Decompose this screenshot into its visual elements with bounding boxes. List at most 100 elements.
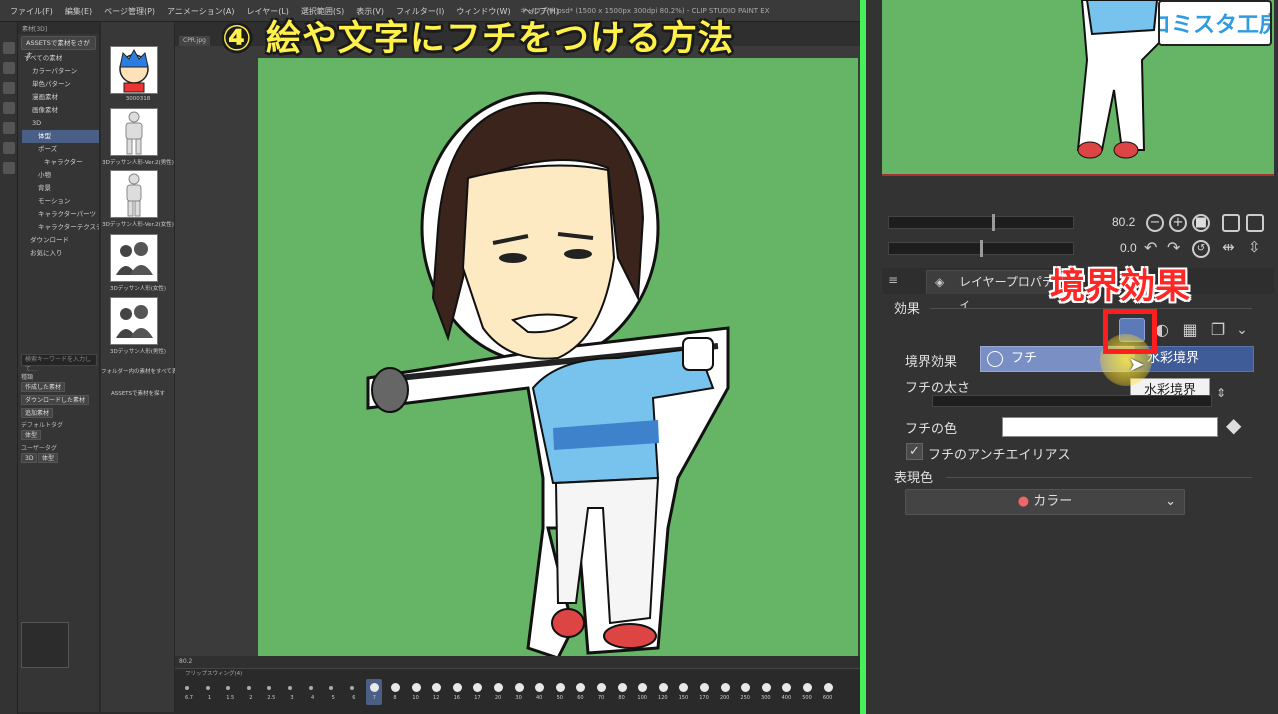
menu-file[interactable]: ファイル(F): [4, 6, 59, 17]
tag-chip[interactable]: 追加素材: [21, 408, 54, 418]
frame-dot[interactable]: [741, 683, 751, 692]
tab-layer-property[interactable]: ◈ レイヤープロパティ: [926, 270, 1056, 311]
frame-dot[interactable]: [452, 683, 462, 692]
tree-item-color-pattern[interactable]: カラーパターン: [22, 65, 99, 78]
chevron-down-icon[interactable]: ⌄: [1229, 318, 1255, 342]
frame-dot[interactable]: [473, 683, 483, 692]
rotate-left-icon[interactable]: ↶: [1144, 238, 1157, 257]
zoom-slider-knob[interactable]: [992, 214, 995, 231]
frame-dot[interactable]: [246, 686, 251, 690]
frame-dot[interactable]: [288, 686, 292, 690]
menu-page[interactable]: ページ管理(P): [98, 6, 161, 17]
zoom-out-icon[interactable]: −: [1146, 214, 1164, 232]
tag-chip[interactable]: 体型: [38, 453, 59, 463]
fit-window-icon[interactable]: [1222, 214, 1240, 232]
drawing-canvas[interactable]: [258, 58, 858, 660]
tree-item-mono-pattern[interactable]: 単色パターン: [22, 78, 99, 91]
frame-dot[interactable]: [782, 683, 792, 692]
frame-dot[interactable]: [267, 686, 272, 690]
frame-dot[interactable]: [494, 683, 503, 692]
frame-dot[interactable]: [205, 686, 210, 690]
full-size-icon[interactable]: [1246, 214, 1264, 232]
tree-item-manga[interactable]: 漫画素材: [22, 91, 99, 104]
frame-dot[interactable]: [432, 683, 442, 692]
layer-color-icon[interactable]: ❐: [1205, 318, 1231, 342]
material-icon[interactable]: [3, 142, 15, 154]
material-thumbnail[interactable]: [110, 170, 158, 218]
expression-color-select[interactable]: ● カラー ⌄: [905, 489, 1185, 515]
frame-dot[interactable]: [597, 683, 606, 692]
tree-item-body-type[interactable]: 体型: [22, 130, 99, 143]
tag-chip[interactable]: 3D: [21, 453, 38, 463]
frame-dot[interactable]: [720, 683, 730, 692]
material-icon[interactable]: [3, 102, 15, 114]
frame-dot[interactable]: [638, 683, 648, 692]
frame-dot[interactable]: [761, 683, 771, 692]
material-icon[interactable]: [3, 42, 15, 54]
rotate-right-icon[interactable]: ↷: [1167, 238, 1180, 257]
frame-dot[interactable]: [700, 683, 709, 692]
document-tab[interactable]: CPR.jpg: [179, 36, 210, 46]
rotate-slider-knob[interactable]: [980, 240, 983, 257]
frame-dot[interactable]: [391, 683, 400, 692]
frame-dot[interactable]: [576, 683, 586, 692]
tree-item-favorites[interactable]: お気に入り: [22, 247, 99, 260]
reset-rotation-icon[interactable]: ↺: [1192, 240, 1210, 258]
material-icon[interactable]: [3, 162, 15, 174]
material-thumbnail[interactable]: [110, 297, 158, 345]
antialias-checkbox[interactable]: ✓: [906, 443, 923, 460]
fill-bucket-icon[interactable]: ◆: [1226, 413, 1241, 437]
tree-item-character-parts[interactable]: キャラクターパーツ: [22, 208, 99, 221]
assets-search-button[interactable]: ASSETSで素材をさがす: [21, 36, 96, 59]
tree-item-3d[interactable]: 3D: [22, 117, 99, 130]
frame-dot[interactable]: [308, 686, 313, 690]
material-icon[interactable]: [3, 62, 15, 74]
material-icon[interactable]: [3, 82, 15, 94]
frame-dot[interactable]: [658, 683, 668, 692]
material-icon[interactable]: [3, 122, 15, 134]
tree-item-character[interactable]: キャラクター: [22, 156, 99, 169]
frame-dot[interactable]: [803, 683, 812, 692]
tree-item-background[interactable]: 背景: [22, 182, 99, 195]
frame-dot[interactable]: [555, 683, 565, 692]
tree-item-download[interactable]: ダウンロード: [22, 234, 99, 247]
stepper-icon[interactable]: ⇕: [1216, 386, 1226, 400]
tag-chip[interactable]: 作成した素材: [21, 382, 66, 392]
flip-vertical-icon[interactable]: ⇳: [1248, 238, 1261, 256]
frame-dot[interactable]: [226, 686, 231, 690]
edge-width-slider[interactable]: [932, 395, 1212, 407]
frame-dot[interactable]: [514, 683, 524, 692]
edge-color-swatch[interactable]: [1002, 417, 1218, 437]
tree-item-pose[interactable]: ポーズ: [22, 143, 99, 156]
tree-item-motion[interactable]: モーション: [22, 195, 99, 208]
tone-icon[interactable]: ▦: [1177, 318, 1203, 342]
show-all-in-folder-link[interactable]: フォルダー内の素材をすべて表示: [101, 367, 175, 375]
menu-edit[interactable]: 編集(E): [59, 6, 98, 17]
tree-item-all[interactable]: すべての素材: [22, 52, 99, 65]
assets-link[interactable]: ASSETSで素材を探す: [101, 389, 175, 397]
frame-dot[interactable]: [411, 683, 421, 692]
tree-item-props[interactable]: 小物: [22, 169, 99, 182]
frame-dot[interactable]: [535, 683, 545, 692]
material-thumbnail[interactable]: [110, 234, 158, 282]
material-thumbnail[interactable]: [110, 46, 158, 94]
circle-icon: [987, 351, 1003, 367]
frame-dot[interactable]: [823, 683, 833, 692]
flip-horizontal-icon[interactable]: ⇹: [1222, 238, 1235, 256]
menu-icon[interactable]: ≡: [888, 273, 898, 287]
zoom-in-icon[interactable]: +: [1169, 214, 1187, 232]
zoom-slider[interactable]: [888, 216, 1074, 229]
frame-dot[interactable]: [185, 686, 189, 690]
frame-dot[interactable]: [617, 683, 627, 692]
frame-dot[interactable]: [329, 686, 334, 690]
frame-dot[interactable]: [349, 686, 354, 690]
tag-chip[interactable]: ダウンロードした素材: [21, 395, 90, 405]
material-search-input[interactable]: 検索キーワードを入力して…: [21, 354, 97, 373]
fit-icon[interactable]: ■: [1192, 214, 1210, 232]
tag-chip[interactable]: 体型: [21, 430, 42, 440]
tree-item-image[interactable]: 画像素材: [22, 104, 99, 117]
tree-item-character-texture[interactable]: キャラクターテクスチャ: [22, 221, 99, 234]
frame-dot[interactable]: [679, 683, 689, 692]
frame-number: 40: [536, 695, 543, 701]
material-thumbnail[interactable]: [110, 108, 158, 156]
